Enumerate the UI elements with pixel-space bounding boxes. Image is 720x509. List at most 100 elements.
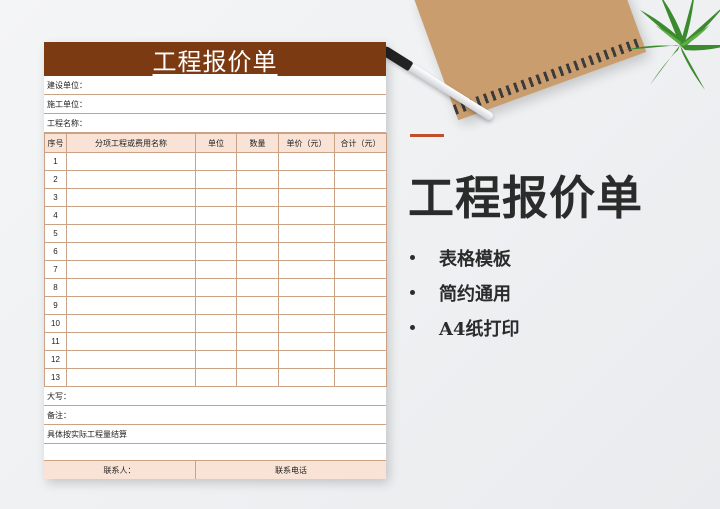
notebook-rings <box>452 36 645 115</box>
row-index-cell: 8 <box>44 278 67 297</box>
table-row: 6 <box>44 242 387 261</box>
sheet-title: 工程报价单 <box>152 47 278 76</box>
remarks-row: 备注： <box>44 406 386 425</box>
col-header-quantity: 数量 <box>236 133 279 153</box>
table-row: 11 <box>44 332 387 351</box>
table-cell <box>66 350 196 369</box>
table-cell <box>195 188 237 207</box>
plant-decoration <box>625 0 720 90</box>
table-cell <box>334 224 387 243</box>
table-cell <box>334 170 387 189</box>
table-row: 10 <box>44 314 387 333</box>
table-cell <box>66 368 196 387</box>
table-cell <box>278 296 335 315</box>
table-cell <box>278 278 335 297</box>
table-cell <box>278 206 335 225</box>
feature-label: 表格模板 <box>439 248 511 270</box>
table-row: 5 <box>44 224 387 243</box>
table-cell <box>236 188 279 207</box>
table-cell <box>236 350 279 369</box>
table-header-row: 序号 分项工程或费用名称 单位 数量 单价（元） 合计（元） <box>44 133 387 153</box>
table-cell <box>66 278 196 297</box>
table-cell <box>195 278 237 297</box>
table-cell <box>66 296 196 315</box>
table-cell <box>195 350 237 369</box>
table-cell <box>195 296 237 315</box>
table-row: 3 <box>44 188 387 207</box>
table-cell <box>278 188 335 207</box>
table-cell <box>278 368 335 387</box>
table-cell <box>66 314 196 333</box>
feature-item: 简约通用 <box>410 275 520 310</box>
table-row: 9 <box>44 296 387 315</box>
table-cell <box>334 278 387 297</box>
table-cell <box>278 152 335 171</box>
table-cell <box>236 260 279 279</box>
table-cell <box>195 368 237 387</box>
table-row: 12 <box>44 350 387 369</box>
table-cell <box>236 224 279 243</box>
table-cell <box>66 224 196 243</box>
table-cell <box>195 224 237 243</box>
table-cell <box>236 368 279 387</box>
table-cell <box>195 242 237 261</box>
col-header-index: 序号 <box>44 133 67 153</box>
accent-bar <box>410 134 444 137</box>
table-cell <box>278 332 335 351</box>
table-cell <box>66 188 196 207</box>
table-cell <box>66 242 196 261</box>
table-cell <box>66 332 196 351</box>
row-index-cell: 12 <box>44 350 67 369</box>
quote-table: 序号 分项工程或费用名称 单位 数量 单价（元） 合计（元） 12 3456789… <box>44 133 387 387</box>
table-row: 8 <box>44 278 387 297</box>
feature-item: A4纸打印 <box>410 310 520 345</box>
table-cell <box>66 206 196 225</box>
feature-label: 简约通用 <box>439 283 511 305</box>
table-cell <box>195 152 237 171</box>
table-cell <box>195 260 237 279</box>
table-cell <box>278 314 335 333</box>
table-cell <box>334 188 387 207</box>
settlement-note-row: 具体按实际工程量结算 <box>44 425 386 444</box>
col-header-total: 合计（元） <box>334 133 387 153</box>
table-cell <box>236 152 279 171</box>
promo-title: 工程报价单 <box>408 171 643 225</box>
table-cell <box>278 350 335 369</box>
table-cell <box>236 332 279 351</box>
row-index-cell: 1 <box>44 152 67 171</box>
sheet-title-bar: 工程报价单 <box>44 42 386 76</box>
table-cell <box>236 170 279 189</box>
row-index-cell: 7 <box>44 260 67 279</box>
table-cell <box>66 260 196 279</box>
table-cell <box>195 332 237 351</box>
row-index-cell: 5 <box>44 224 67 243</box>
row-index-cell: 6 <box>44 242 67 261</box>
row-index-cell: 10 <box>44 314 67 333</box>
amount-in-words-row: 大写： <box>44 387 386 406</box>
table-row: 1 <box>44 152 387 171</box>
table-cell <box>278 260 335 279</box>
table-cell <box>334 152 387 171</box>
table-body: 1 2 3 4 5 6 7 8 9 10 11 12 13 <box>44 152 387 387</box>
table-cell <box>334 260 387 279</box>
row-index-cell: 4 <box>44 206 67 225</box>
table-cell <box>278 242 335 261</box>
table-cell <box>66 170 196 189</box>
table-cell <box>236 314 279 333</box>
contact-phone-label: 联系电话 <box>275 465 307 475</box>
row-index-cell: 11 <box>44 332 67 351</box>
notebook-decoration <box>413 0 647 121</box>
feature-label: A4纸打印 <box>439 318 520 340</box>
quote-sheet: 工程报价单 建设单位： 施工单位： 工程名称： 序号 分项工程或费用名称 单位 … <box>44 42 387 479</box>
col-header-unit-price: 单价（元） <box>278 133 335 153</box>
table-cell <box>236 296 279 315</box>
table-cell <box>334 242 387 261</box>
contact-footer: 联系人： 联系电话 <box>44 460 386 479</box>
bullet-icon <box>410 290 415 295</box>
table-cell <box>195 206 237 225</box>
table-row: 7 <box>44 260 387 279</box>
table-cell <box>334 368 387 387</box>
table-cell <box>334 206 387 225</box>
table-cell <box>195 314 237 333</box>
row-index-cell: 9 <box>44 296 67 315</box>
